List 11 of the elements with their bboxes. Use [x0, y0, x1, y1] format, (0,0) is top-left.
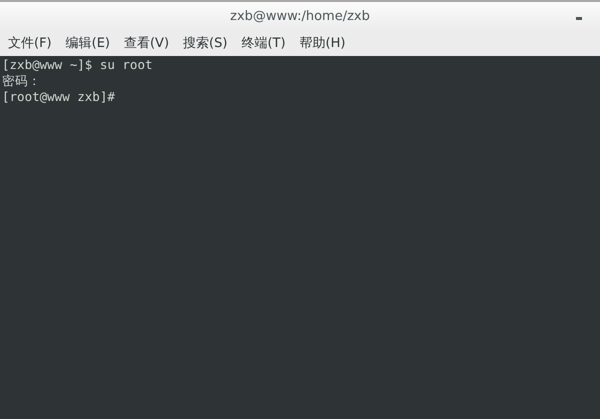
window-title: zxb@www:/home/zxb — [230, 8, 370, 24]
menu-item[interactable]: 编辑(E) — [66, 34, 110, 52]
terminal-line: [zxb@www ~]$ su root — [2, 57, 154, 73]
terminal-line: [root@www zxb]# — [2, 89, 116, 105]
menu-item[interactable]: 搜索(S) — [183, 34, 228, 52]
menu-item[interactable]: 帮助(H) — [300, 34, 346, 52]
menu-item[interactable]: 终端(T) — [241, 34, 286, 52]
menu-item[interactable]: 文件(F) — [8, 34, 52, 52]
terminal-line: 密码： — [2, 73, 42, 89]
minimize-icon[interactable] — [576, 17, 582, 20]
menu-item[interactable]: 查看(V) — [124, 34, 170, 52]
